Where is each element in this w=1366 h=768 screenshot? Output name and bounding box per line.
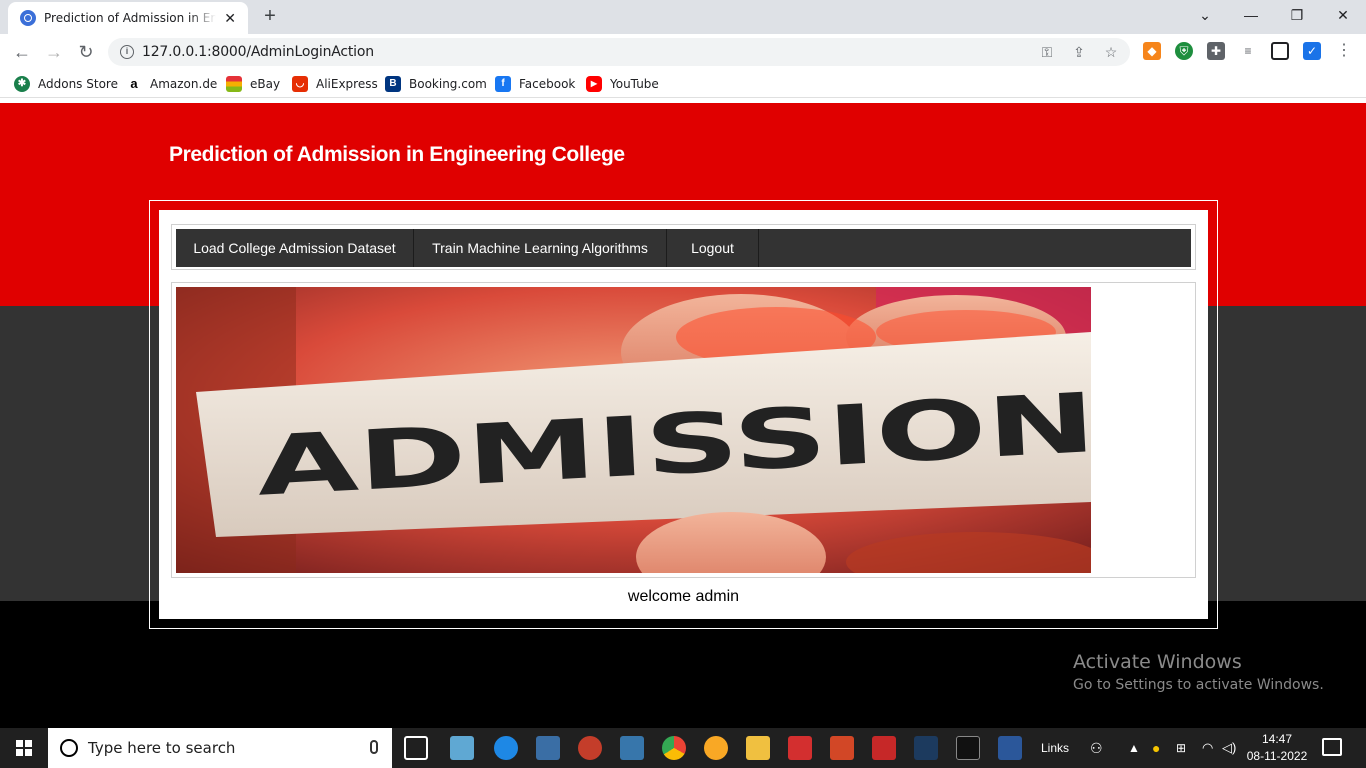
- wifi-icon[interactable]: ◠: [1202, 728, 1213, 768]
- forward-button[interactable]: →: [42, 40, 66, 64]
- hero-image-wrapper: ADMISSION: [171, 282, 1196, 578]
- app-icon[interactable]: [578, 736, 602, 760]
- booking-icon: B: [385, 76, 401, 92]
- watermark-subtitle: Go to Settings to activate Windows.: [1073, 677, 1324, 693]
- admission-hero-image: ADMISSION: [176, 287, 1091, 573]
- browser-tab[interactable]: Prediction of Admission in Engine ✕: [8, 2, 248, 34]
- search-placeholder: Type here to search: [88, 739, 236, 757]
- word-icon[interactable]: [998, 736, 1022, 760]
- tray-app-icon[interactable]: ●: [1152, 728, 1160, 768]
- acrobat-icon[interactable]: [788, 736, 812, 760]
- youtube-icon: ▶: [586, 76, 602, 92]
- tab-title: Prediction of Admission in Engine: [44, 11, 217, 25]
- cortana-icon: [60, 739, 78, 757]
- bookmark-star-icon[interactable]: ☆: [1102, 44, 1120, 60]
- app-icon[interactable]: [450, 736, 474, 760]
- file-explorer-icon[interactable]: [746, 736, 770, 760]
- back-button[interactable]: ←: [10, 40, 34, 64]
- content-box: Load College Admission Dataset Train Mac…: [159, 210, 1208, 619]
- bookmark-label: Facebook: [519, 77, 576, 91]
- chrome-icon[interactable]: [662, 736, 686, 760]
- python-icon[interactable]: [620, 736, 644, 760]
- tab-strip: Prediction of Admission in Engine ✕ + ⌄ …: [0, 0, 1366, 34]
- aliexpress-icon: ◡: [292, 76, 308, 92]
- store-icon[interactable]: [536, 736, 560, 760]
- edge-icon[interactable]: [494, 736, 518, 760]
- tab-search-icon[interactable]: ⌄: [1182, 0, 1228, 30]
- reading-list-icon[interactable]: ≡: [1239, 42, 1257, 60]
- taskbar-search[interactable]: Type here to search: [48, 728, 392, 768]
- site-info-icon[interactable]: i: [120, 45, 134, 59]
- shield-extension-icon[interactable]: ⛨: [1175, 42, 1193, 60]
- metamask-icon[interactable]: ◆: [1143, 42, 1161, 60]
- page-title: Prediction of Admission in Engineering C…: [169, 143, 625, 166]
- activate-windows-watermark: Activate Windows Go to Settings to activ…: [1073, 651, 1324, 693]
- bookmark-label: Booking.com: [409, 77, 487, 91]
- welcome-message: welcome admin: [627, 588, 740, 605]
- bookmark-addons-store[interactable]: ✱ Addons Store: [14, 76, 118, 92]
- bookmark-label: Addons Store: [38, 77, 118, 91]
- mysql-icon[interactable]: [914, 736, 938, 760]
- extensions-puzzle-icon[interactable]: ✚: [1207, 42, 1225, 60]
- key-icon[interactable]: ⚿: [1038, 44, 1056, 60]
- bookmark-label: AliExpress: [316, 77, 378, 91]
- bookmark-booking[interactable]: B Booking.com: [385, 76, 487, 92]
- task-view-icon[interactable]: [404, 736, 428, 760]
- terminal-icon[interactable]: [956, 736, 980, 760]
- nav-menu-wrapper: Load College Admission Dataset Train Mac…: [171, 224, 1196, 270]
- menu-load-dataset[interactable]: Load College Admission Dataset: [176, 229, 414, 267]
- amazon-icon: a: [126, 76, 142, 92]
- bookmark-ebay[interactable]: eBay: [226, 76, 280, 92]
- bookmark-youtube[interactable]: ▶ YouTube: [586, 76, 659, 92]
- web-page: Prediction of Admission in Engineering C…: [0, 103, 1366, 728]
- bookmark-facebook[interactable]: f Facebook: [495, 76, 575, 92]
- volume-icon[interactable]: ◁): [1222, 728, 1236, 768]
- side-panel-icon[interactable]: [1271, 42, 1289, 60]
- bookmark-aliexpress[interactable]: ◡ AliExpress: [292, 76, 378, 92]
- app-icon[interactable]: [704, 736, 728, 760]
- powerpoint-icon[interactable]: [830, 736, 854, 760]
- security-extension-icon[interactable]: ✓: [1303, 42, 1321, 60]
- globe-icon: [20, 10, 36, 26]
- clock-time: 14:47: [1261, 732, 1293, 746]
- nav-menu: Load College Admission Dataset Train Mac…: [176, 229, 1191, 267]
- close-tab-icon[interactable]: ✕: [222, 10, 238, 27]
- notification-center-icon[interactable]: [1322, 738, 1342, 756]
- minimize-button[interactable]: —: [1228, 0, 1274, 30]
- watermark-title: Activate Windows: [1073, 651, 1242, 673]
- chevron-up-icon[interactable]: ▲: [1128, 728, 1140, 768]
- facebook-icon: f: [495, 76, 511, 92]
- browser-toolbar: ← → ↻ i 127.0.0.1:8000/AdminLoginAction …: [0, 34, 1366, 70]
- addons-store-icon: ✱: [14, 76, 30, 92]
- share-icon[interactable]: ⇪: [1070, 44, 1088, 60]
- people-icon[interactable]: ⚇: [1090, 728, 1103, 768]
- app-icon[interactable]: [872, 736, 896, 760]
- url-text[interactable]: 127.0.0.1:8000/AdminLoginAction: [142, 44, 374, 60]
- network-icon[interactable]: ⊞: [1176, 728, 1186, 768]
- restore-button[interactable]: ❐: [1274, 0, 1320, 30]
- bookmark-amazon[interactable]: a Amazon.de: [126, 76, 217, 92]
- bookmarks-bar: ✱ Addons Store a Amazon.de eBay ◡ AliExp…: [0, 70, 1366, 98]
- windows-logo-icon: [16, 740, 32, 756]
- address-bar[interactable]: i 127.0.0.1:8000/AdminLoginAction ⚿ ⇪ ☆: [108, 38, 1130, 66]
- links-toolbar[interactable]: Links: [1041, 728, 1069, 768]
- start-button[interactable]: [0, 728, 48, 768]
- clock-date: 08-11-2022: [1246, 749, 1308, 763]
- menu-kebab-icon[interactable]: ⋮: [1335, 42, 1353, 60]
- new-tab-button[interactable]: +: [258, 4, 282, 28]
- close-window-button[interactable]: ✕: [1320, 0, 1366, 30]
- reload-button[interactable]: ↻: [74, 40, 98, 64]
- microphone-icon[interactable]: [370, 740, 378, 754]
- system-clock[interactable]: 14:47 08-11-2022: [1244, 731, 1310, 765]
- bookmark-label: Amazon.de: [150, 77, 218, 91]
- menu-logout[interactable]: Logout: [667, 229, 759, 267]
- ebay-icon: [226, 76, 242, 92]
- bookmark-label: YouTube: [610, 77, 659, 91]
- bookmark-label: eBay: [250, 77, 281, 91]
- taskbar: Type here to search Links ⚇ ▲ ● ⊞ ◠ ◁) 1…: [0, 728, 1366, 768]
- menu-train-algorithms[interactable]: Train Machine Learning Algorithms: [414, 229, 667, 267]
